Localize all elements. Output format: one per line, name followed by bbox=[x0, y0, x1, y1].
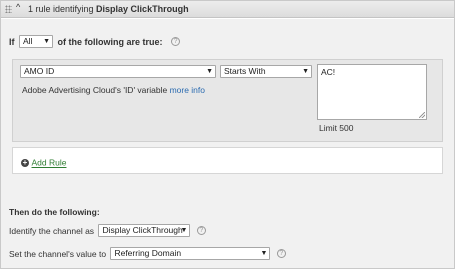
channel-select[interactable]: Display ClickThrough ▼ bbox=[98, 224, 191, 237]
add-rule-area: + Add Rule bbox=[12, 147, 443, 174]
match-value-textarea[interactable]: AC! bbox=[317, 64, 427, 120]
variable-select-value: AMO ID bbox=[24, 66, 55, 76]
chevron-down-icon: ▼ bbox=[206, 68, 213, 75]
header-title-prefix: 1 rule identifying bbox=[28, 4, 97, 14]
caret-up-icon[interactable]: ^ bbox=[16, 2, 20, 12]
condition-row: If All ▼ of the following are true: ? bbox=[9, 35, 181, 49]
character-limit: Limit 500 bbox=[319, 123, 354, 133]
channel-value-select-value: Referring Domain bbox=[114, 248, 182, 258]
help-icon[interactable]: ? bbox=[196, 226, 206, 235]
resize-handle-icon[interactable] bbox=[419, 112, 425, 118]
rule-body: If All ▼ of the following are true: ? AMO… bbox=[1, 19, 454, 268]
rule-header-title: 1 rule identifying Display ClickThrough bbox=[28, 4, 189, 14]
variable-description: Adobe Advertising Cloud's 'ID' variable … bbox=[22, 85, 205, 95]
operator-select[interactable]: Starts With ▼ bbox=[220, 65, 312, 78]
channel-select-value: Display ClickThrough bbox=[102, 225, 183, 235]
identify-channel-label: Identify the channel as bbox=[9, 225, 95, 236]
chevron-down-icon: ▼ bbox=[260, 250, 268, 257]
rule-header[interactable]: ^ 1 rule identifying Display ClickThroug… bbox=[1, 1, 454, 18]
identify-channel-row: Identify the channel as Display ClickThr… bbox=[9, 224, 206, 238]
variable-description-text: Adobe Advertising Cloud's 'ID' variable bbox=[22, 85, 170, 95]
rule-panel: ^ 1 rule identifying Display ClickThroug… bbox=[0, 0, 455, 269]
then-title: Then do the following: bbox=[9, 207, 100, 217]
chevron-down-icon: ▼ bbox=[43, 38, 51, 45]
help-icon[interactable]: ? bbox=[276, 249, 286, 258]
channel-value-label: Set the channel's value to bbox=[9, 248, 107, 259]
condition-suffix: of the following are true: bbox=[57, 36, 163, 47]
match-value-text: AC! bbox=[321, 67, 336, 77]
variable-select[interactable]: AMO ID ▼ bbox=[20, 65, 216, 78]
plus-circle-icon: + bbox=[21, 157, 29, 167]
drag-handle-icon[interactable] bbox=[5, 5, 12, 13]
chevron-down-icon: ▼ bbox=[180, 227, 188, 234]
channel-value-row: Set the channel's value to Referring Dom… bbox=[9, 247, 286, 261]
add-rule-button[interactable]: + Add Rule bbox=[21, 157, 66, 168]
operator-select-value: Starts With bbox=[224, 66, 266, 76]
match-select-value: All bbox=[23, 36, 33, 46]
match-select[interactable]: All ▼ bbox=[19, 35, 54, 48]
rule-condition-box: AMO ID ▼ Starts With ▼ Adobe Advertising C… bbox=[12, 59, 443, 142]
more-info-link[interactable]: more info bbox=[170, 85, 205, 95]
header-title-channel: Display ClickThrough bbox=[96, 4, 189, 14]
add-rule-label: Add Rule bbox=[31, 157, 67, 168]
channel-value-select[interactable]: Referring Domain ▼ bbox=[110, 247, 271, 260]
help-icon[interactable]: ? bbox=[171, 37, 181, 46]
if-label: If bbox=[9, 36, 15, 47]
chevron-down-icon: ▼ bbox=[302, 68, 309, 75]
